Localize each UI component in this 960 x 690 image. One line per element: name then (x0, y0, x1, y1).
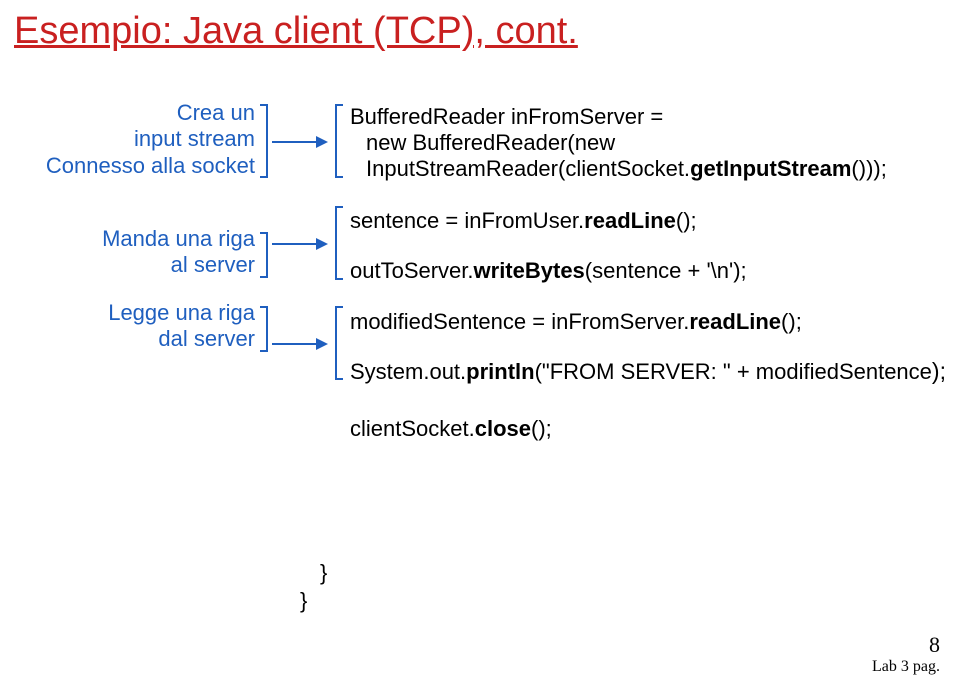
code-line: new BufferedReader(new (366, 130, 615, 156)
label-line: dal server (158, 326, 255, 351)
bracket-right (260, 232, 268, 278)
arrow-icon (272, 141, 326, 143)
arrow-icon (272, 243, 326, 245)
label-line: al server (171, 252, 255, 277)
bracket-right (260, 104, 268, 178)
footer: 8 Lab 3 pag. (872, 632, 940, 676)
bracket-left (335, 306, 343, 380)
code-line: BufferedReader inFromServer = (350, 104, 663, 130)
page-number: 8 (872, 632, 940, 658)
footer-label: Lab 3 pag. (872, 658, 940, 675)
slide-title: Esempio: Java client (TCP), cont. (14, 10, 578, 53)
label-line: Crea un (177, 100, 255, 125)
code-line: modifiedSentence = inFromServer.readLine… (350, 309, 802, 335)
label-line: Legge una riga (108, 300, 255, 325)
label-line: Connesso alla socket (46, 153, 255, 178)
code-brace: } (300, 588, 307, 614)
bracket-left (335, 104, 343, 178)
code-line: InputStreamReader(clientSocket.getInputS… (366, 156, 887, 182)
arrow-icon (272, 343, 326, 345)
label-line: input stream (134, 126, 255, 151)
annotation-read-line: Legge una riga dal server (40, 300, 255, 353)
label-line: Manda una riga (102, 226, 255, 251)
code-line: outToServer.writeBytes(sentence + '\n'); (350, 258, 747, 284)
bracket-right (260, 306, 268, 352)
annotation-send-line: Manda una riga al server (40, 226, 255, 279)
annotation-input-stream: Crea un input stream Connesso alla socke… (0, 100, 255, 179)
code-brace: } (320, 560, 327, 586)
code-line: clientSocket.close(); (350, 416, 552, 442)
code-line: System.out.println("FROM SERVER: " + mod… (350, 358, 946, 385)
bracket-left (335, 206, 343, 280)
code-line: sentence = inFromUser.readLine(); (350, 208, 697, 234)
